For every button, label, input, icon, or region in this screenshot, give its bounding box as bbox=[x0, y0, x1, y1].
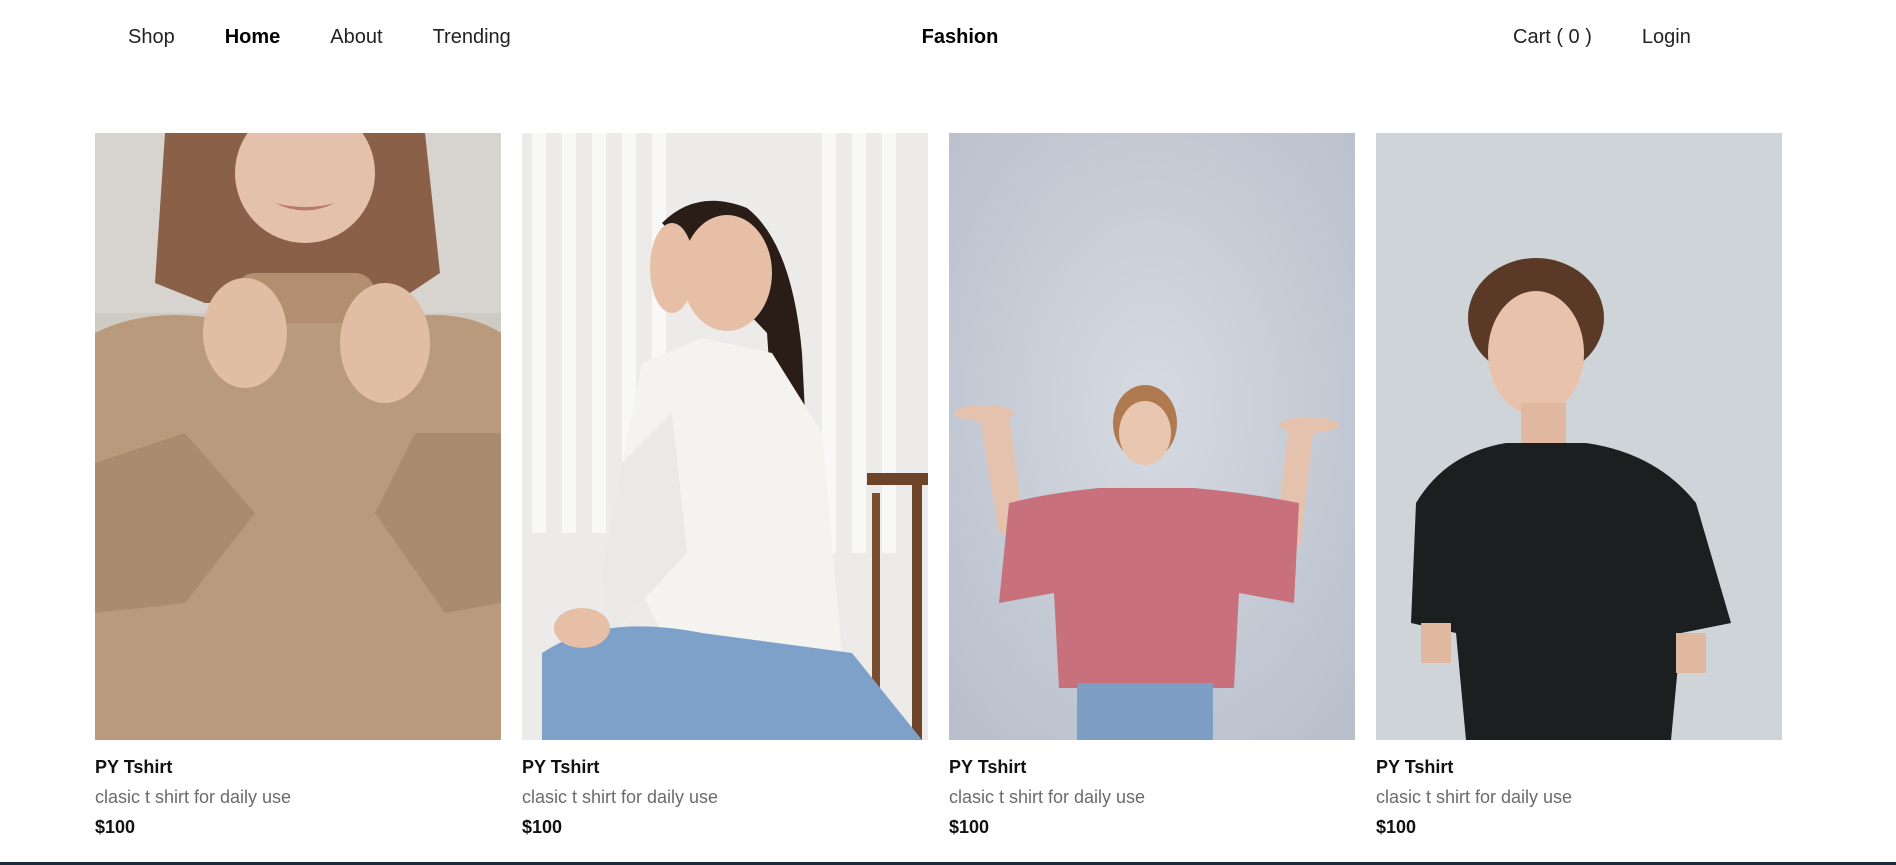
product-price: $100 bbox=[95, 817, 136, 837]
product-description: clasic t shirt for daily use bbox=[522, 787, 719, 807]
login-link[interactable]: Login bbox=[1642, 26, 1691, 49]
product-price: $100 bbox=[522, 817, 563, 837]
product-grid: PY Tshirt clasic t shirt for daily use $… bbox=[95, 133, 1782, 838]
product-title[interactable]: PY Tshirt bbox=[522, 756, 928, 778]
product-title[interactable]: PY Tshirt bbox=[949, 756, 1355, 778]
account-nav: Cart ( 0 ) Login bbox=[1513, 26, 1691, 49]
product-description: clasic t shirt for daily use bbox=[949, 787, 1146, 807]
product-card[interactable]: PY Tshirt clasic t shirt for daily use $… bbox=[1376, 133, 1782, 838]
product-price: $100 bbox=[1376, 817, 1417, 837]
product-price: $100 bbox=[949, 817, 990, 837]
top-navigation: Shop Home About Trending Fashion Cart ( … bbox=[0, 0, 1896, 80]
product-image[interactable] bbox=[95, 133, 501, 740]
product-image[interactable] bbox=[1376, 133, 1782, 740]
cart-link[interactable]: Cart ( 0 ) bbox=[1513, 26, 1592, 49]
product-image[interactable] bbox=[522, 133, 928, 740]
product-card[interactable]: PY Tshirt clasic t shirt for daily use $… bbox=[949, 133, 1355, 838]
product-card[interactable]: PY Tshirt clasic t shirt for daily use $… bbox=[522, 133, 928, 838]
product-description: clasic t shirt for daily use bbox=[95, 787, 292, 807]
product-title[interactable]: PY Tshirt bbox=[1376, 756, 1782, 778]
product-title[interactable]: PY Tshirt bbox=[95, 756, 501, 778]
product-description: clasic t shirt for daily use bbox=[1376, 787, 1573, 807]
product-image[interactable] bbox=[949, 133, 1355, 740]
product-card[interactable]: PY Tshirt clasic t shirt for daily use $… bbox=[95, 133, 501, 838]
